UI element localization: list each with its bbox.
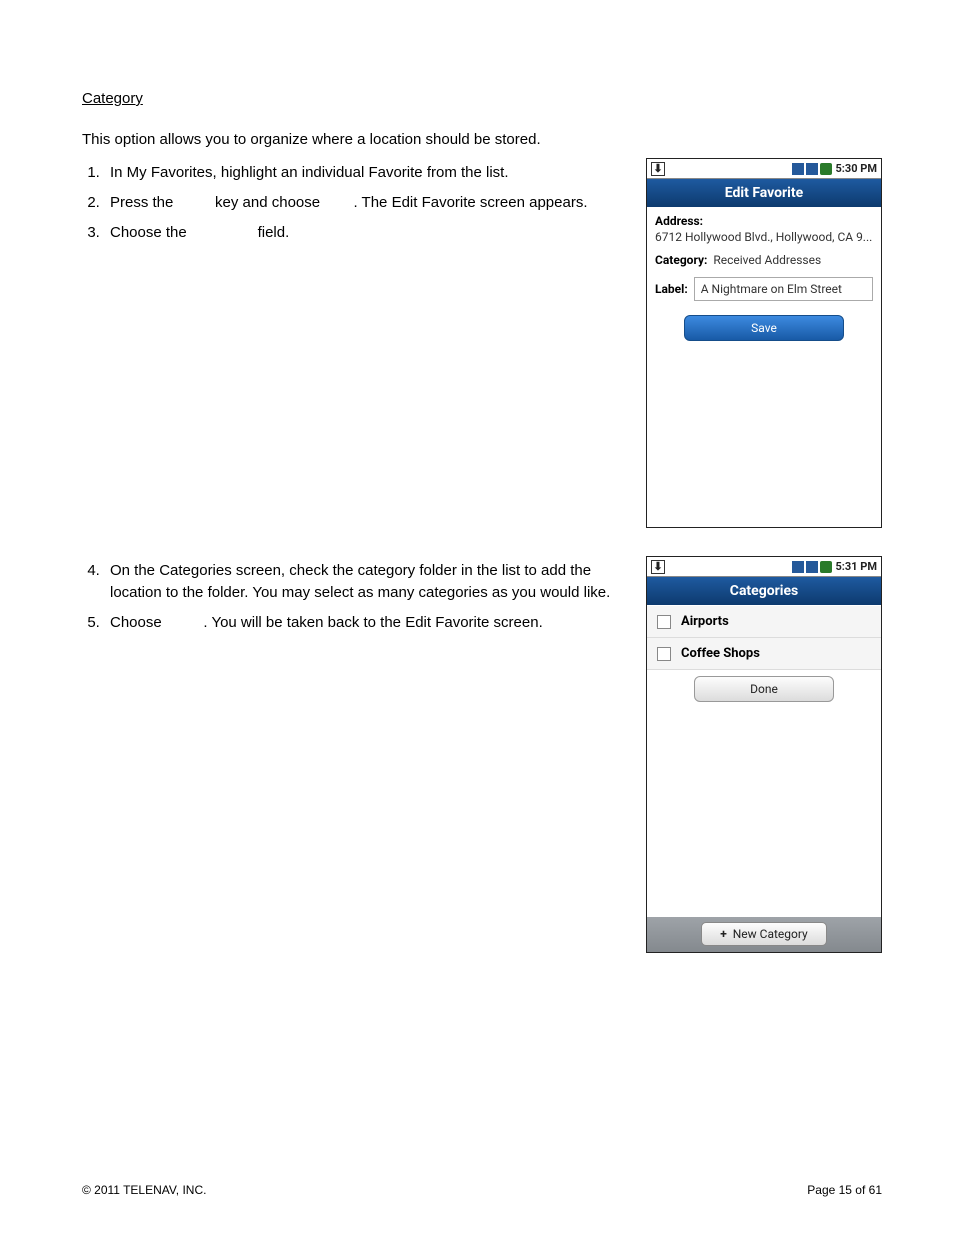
- step-5-part-a: Choose: [110, 614, 166, 631]
- download-icon: ⬇: [651, 560, 665, 574]
- category-item-label: Airports: [681, 614, 729, 629]
- step-2-part-a: Press the: [110, 194, 178, 211]
- step-5-blank: [166, 614, 199, 631]
- step-4: On the Categories screen, check the cate…: [104, 556, 628, 608]
- new-category-label: New Category: [733, 927, 808, 941]
- step-5-part-b: . You will be taken back to the Edit Fav…: [203, 614, 542, 631]
- signal-icon: [806, 163, 818, 175]
- label-input[interactable]: A Nightmare on Elm Street: [694, 277, 873, 301]
- category-item-airports[interactable]: Airports: [647, 606, 881, 638]
- step-3-part-a: Choose the: [110, 224, 191, 241]
- address-label: Address:: [655, 213, 873, 229]
- step-2-blank-key: [178, 194, 211, 211]
- done-button[interactable]: Done: [694, 676, 834, 702]
- new-category-button[interactable]: + New Category: [701, 922, 826, 946]
- step-3-part-b: field.: [258, 224, 290, 241]
- footer-copyright: © 2011 TELENAV, INC.: [82, 1183, 206, 1197]
- footer-page: Page 15 of 61: [807, 1183, 882, 1197]
- status-time: 5:30 PM: [836, 162, 878, 175]
- step-3-blank: [191, 224, 254, 241]
- new-category-bar: + New Category: [647, 917, 881, 952]
- category-value: Received Addresses: [710, 253, 821, 267]
- category-item-label: Coffee Shops: [681, 646, 760, 661]
- step-2-blank-choice: [324, 194, 349, 211]
- address-value: 6712 Hollywood Blvd., Hollywood, CA 9...: [655, 229, 873, 245]
- checkbox-icon[interactable]: [657, 647, 671, 661]
- screen-title: Edit Favorite: [647, 179, 881, 207]
- step-5: Choose . You will be taken back to the E…: [104, 608, 628, 638]
- network-icon: [792, 163, 804, 175]
- phone-mock-categories: ⬇ 5:31 PM Categories Airports Coffee Sho…: [646, 556, 882, 953]
- intro-text: This option allows you to organize where…: [82, 131, 882, 148]
- step-1: In My Favorites, highlight an individual…: [104, 158, 628, 188]
- status-bar: ⬇ 5:31 PM: [647, 557, 881, 577]
- category-item-coffee-shops[interactable]: Coffee Shops: [647, 638, 881, 670]
- category-label: Category:: [655, 253, 707, 267]
- status-time: 5:31 PM: [836, 560, 878, 573]
- screen-title: Categories: [647, 577, 881, 605]
- battery-icon: [820, 561, 832, 573]
- network-icon: [792, 561, 804, 573]
- section-heading: Category: [82, 90, 882, 107]
- battery-icon: [820, 163, 832, 175]
- label-label: Label:: [655, 282, 688, 296]
- step-2: Press the key and choose . The Edit Favo…: [104, 188, 628, 218]
- plus-icon: +: [720, 927, 727, 941]
- download-icon: ⬇: [651, 162, 665, 176]
- step-2-part-c: . The Edit Favorite screen appears.: [353, 194, 587, 211]
- step-2-part-b: key and choose: [215, 194, 324, 211]
- status-bar: ⬇ 5:30 PM: [647, 159, 881, 179]
- save-button[interactable]: Save: [684, 315, 844, 341]
- checkbox-icon[interactable]: [657, 615, 671, 629]
- phone-mock-edit-favorite: ⬇ 5:30 PM Edit Favorite Address: 6712 Ho…: [646, 158, 882, 528]
- signal-icon: [806, 561, 818, 573]
- step-3: Choose the field.: [104, 218, 628, 248]
